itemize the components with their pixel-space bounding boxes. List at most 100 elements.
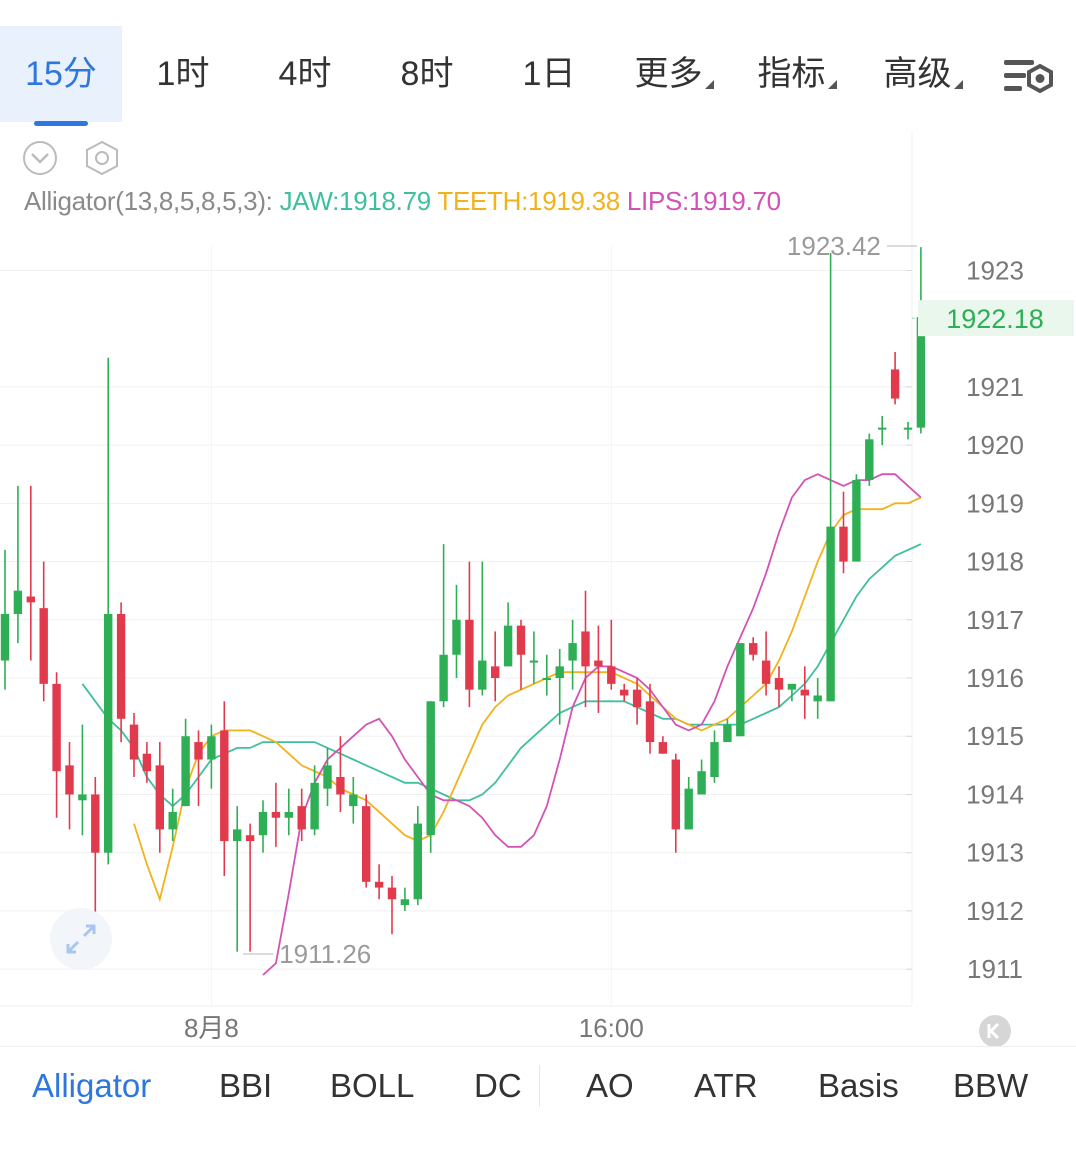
y-tick-label: 1921	[966, 372, 1024, 402]
x-tick-label: 8月8	[184, 1013, 239, 1043]
candle-body	[336, 777, 345, 795]
candle-body	[774, 678, 784, 690]
candle-body	[736, 643, 745, 737]
indicator-tab-ao[interactable]: AO	[586, 1067, 634, 1105]
candle-body	[310, 782, 319, 830]
candle-body	[13, 590, 23, 614]
y-tick-label: 1920	[966, 430, 1024, 460]
candle-body	[168, 811, 177, 830]
candle-body	[890, 369, 900, 399]
candle-body	[349, 794, 358, 807]
candle-body	[233, 829, 242, 842]
candle-body	[181, 736, 190, 807]
candle-body	[258, 811, 268, 836]
candle-body	[542, 678, 551, 681]
indicator-controls	[22, 140, 132, 176]
candle-body	[220, 730, 229, 842]
candle-body	[620, 689, 629, 696]
indicator-tab-bbi[interactable]: BBI	[219, 1067, 272, 1105]
candle-body	[104, 613, 113, 853]
max-price-label: 1923.42	[787, 231, 881, 261]
teeth-value: TEETH:1919.38	[437, 186, 620, 216]
candle-body	[787, 683, 797, 690]
candle-body	[826, 526, 835, 702]
candle-body	[426, 701, 435, 836]
y-tick-label: 1915	[966, 721, 1024, 751]
y-tick-label: 1912	[966, 896, 1024, 926]
candle-body	[594, 660, 603, 667]
y-tick-label: 1914	[966, 779, 1024, 809]
scroll-to-latest-icon[interactable]	[979, 1015, 1011, 1046]
y-tick-label: 1916	[966, 663, 1024, 693]
candle-body	[297, 806, 306, 830]
candle-body	[813, 695, 822, 702]
candle-body	[245, 835, 255, 842]
indicator-tab-bbw[interactable]: BBW	[953, 1067, 1028, 1105]
candle-body	[684, 788, 693, 830]
candle-body	[387, 887, 397, 900]
candle-body	[129, 724, 139, 760]
candle-body	[645, 701, 655, 743]
indicator-tab-alligator[interactable]: Alligator	[32, 1067, 151, 1105]
candle-body	[374, 881, 384, 888]
expand-icon[interactable]	[50, 908, 112, 970]
lips-value: LIPS:1919.70	[626, 186, 781, 216]
jaw-value: JAW:1918.79	[279, 186, 432, 216]
candle-body	[155, 765, 164, 830]
candle-body	[78, 794, 87, 801]
candle-body	[878, 427, 887, 430]
y-tick-label: 1917	[966, 605, 1024, 635]
candle-body	[749, 643, 758, 655]
settings-hexagon-icon[interactable]	[86, 140, 118, 176]
candle-body	[516, 625, 526, 655]
candle-body	[503, 625, 513, 667]
candle-body	[761, 660, 771, 684]
candle-body	[839, 526, 848, 562]
candle-body	[26, 596, 35, 603]
indicator-tabs: Alligator BBI BOLL DC AO ATR Basis BBW	[0, 1046, 1076, 1126]
y-tick-label: 1918	[966, 547, 1024, 577]
x-tick-label: 16:00	[579, 1013, 644, 1043]
candle-body	[452, 619, 461, 655]
candlestick-chart[interactable]: 1923 1921 1920 1919 1918 1917 1916 1915 1914 1913…	[0, 0, 1076, 1046]
indicator-tab-basis[interactable]: Basis	[818, 1067, 899, 1105]
candle-body	[529, 660, 539, 663]
candle-body	[581, 631, 590, 667]
candle-body	[800, 689, 809, 696]
candle-body	[439, 654, 448, 702]
candle-body	[710, 742, 719, 777]
series-line-jaw	[81, 543, 922, 808]
indicator-tab-boll[interactable]: BOLL	[330, 1067, 414, 1105]
current-price-label: 1922.18	[946, 304, 1044, 334]
candle-body	[697, 771, 706, 795]
candle-body	[607, 666, 616, 684]
collapse-icon[interactable]	[23, 141, 57, 175]
candle-body	[852, 480, 861, 562]
candle-body	[207, 736, 216, 760]
candle-body	[413, 823, 422, 900]
candle-body	[568, 643, 577, 661]
candle-body	[91, 794, 100, 853]
candle-body	[491, 666, 500, 679]
candle-body	[142, 753, 152, 772]
candle-body	[65, 765, 74, 795]
candle-body	[194, 742, 203, 760]
y-tick-label: 1919	[966, 488, 1024, 518]
candle-body	[39, 608, 48, 684]
indicator-tab-dc[interactable]: DC	[474, 1067, 522, 1105]
alligator-readout: Alligator(13,8,5,8,5,3): JAW:1918.79 TEE…	[24, 186, 781, 217]
indicator-name: Alligator(13,8,5,8,5,3):	[24, 186, 273, 216]
y-tick-label: 1913	[966, 838, 1024, 868]
candle-body	[400, 899, 410, 906]
candle-body	[671, 759, 680, 830]
candle-body	[632, 689, 642, 708]
candle-body	[658, 742, 668, 754]
candle-body	[271, 811, 281, 818]
indicator-tab-atr[interactable]: ATR	[694, 1067, 758, 1105]
tab-separator	[539, 1065, 540, 1107]
min-price-label: 1911.26	[279, 939, 371, 969]
candle-body	[52, 683, 61, 772]
candle-body	[723, 724, 732, 743]
candle-body	[362, 806, 371, 882]
candle-body	[284, 811, 293, 818]
